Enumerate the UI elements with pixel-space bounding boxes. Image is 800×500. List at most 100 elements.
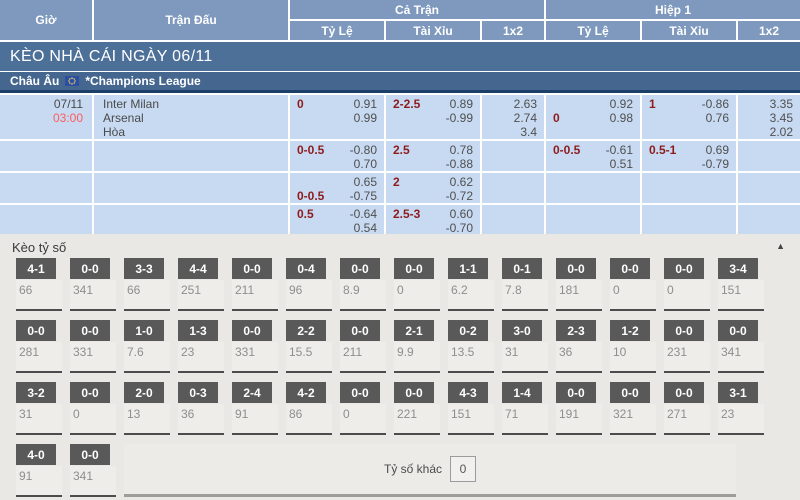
score-box[interactable]: 2-013 bbox=[124, 382, 170, 435]
header-h1-1x2: 1x2 bbox=[738, 21, 800, 40]
score-box[interactable]: 0-00 bbox=[70, 382, 116, 435]
score-box[interactable]: 0-0321 bbox=[610, 382, 656, 435]
score-box[interactable]: 0-213.5 bbox=[448, 320, 494, 373]
score-box[interactable]: 1-16.2 bbox=[448, 258, 494, 311]
score-box[interactable]: 1-210 bbox=[610, 320, 656, 373]
score-label: 0-1 bbox=[502, 258, 542, 279]
score-box[interactable]: 2-215.5 bbox=[286, 320, 332, 373]
score-box[interactable]: 0-0331 bbox=[232, 320, 278, 373]
score-box[interactable]: 3-366 bbox=[124, 258, 170, 311]
score-box[interactable]: 0-00 bbox=[664, 258, 710, 311]
score-box[interactable]: 2-491 bbox=[232, 382, 278, 435]
score-label: 0-0 bbox=[70, 382, 110, 403]
odds-cell-fulltime-overunder[interactable]: 2-2.50.89-0.99 bbox=[386, 95, 480, 139]
score-box[interactable]: 0-0341 bbox=[718, 320, 764, 373]
odds-value: 0.65 bbox=[354, 175, 377, 189]
score-odds-value: 10 bbox=[610, 342, 656, 373]
odds-value: -0.99 bbox=[446, 111, 473, 125]
score-odds-value: 96 bbox=[286, 280, 332, 311]
score-box[interactable]: 0-0341 bbox=[70, 258, 116, 311]
score-box[interactable]: 1-323 bbox=[178, 320, 224, 373]
score-box[interactable]: 4-286 bbox=[286, 382, 332, 435]
odds-cell-firsthalf-handicap[interactable]: 0-0.5-0.610.51 bbox=[546, 141, 640, 171]
score-odds-value: 0 bbox=[610, 280, 656, 311]
odds-value: 3.45 bbox=[745, 111, 793, 125]
score-label: 2-1 bbox=[394, 320, 434, 341]
score-label: 0-0 bbox=[664, 258, 704, 279]
header-h1-handicap: Tỷ Lệ bbox=[546, 21, 640, 40]
other-score-input[interactable]: 0 bbox=[450, 456, 476, 482]
score-box[interactable]: 0-0221 bbox=[394, 382, 440, 435]
score-box[interactable]: 3-123 bbox=[718, 382, 764, 435]
score-box[interactable]: 0-00 bbox=[340, 382, 386, 435]
score-box[interactable]: 4-4251 bbox=[178, 258, 224, 311]
odds-cell-fulltime-handicap[interactable]: 0-0.5-0.800.70 bbox=[290, 141, 384, 171]
handicap-label: 0 bbox=[553, 111, 560, 125]
odds-value: 3.35 bbox=[745, 97, 793, 111]
score-odds-value: 251 bbox=[178, 280, 224, 311]
odds-cell-fulltime-handicap[interactable]: 00.910.99 bbox=[290, 95, 384, 139]
odds-line: 0.70 bbox=[297, 157, 377, 171]
score-box[interactable]: 0-0191 bbox=[556, 382, 602, 435]
odds-cell-fulltime-handicap[interactable]: 0.650-0.5-0.75 bbox=[290, 173, 384, 203]
score-box[interactable]: 2-336 bbox=[556, 320, 602, 373]
score-grid: 4-1660-03413-3664-42510-02110-4960-08.90… bbox=[0, 258, 800, 497]
score-box[interactable]: 1-471 bbox=[502, 382, 548, 435]
odds-cell-firsthalf-overunder[interactable]: 1-0.860.76 bbox=[642, 95, 736, 139]
odds-cell-fulltime-handicap[interactable]: 0.5-0.640.54 bbox=[290, 205, 384, 234]
score-odds-value: 151 bbox=[718, 280, 764, 311]
score-label: 0-0 bbox=[70, 320, 110, 341]
match-time: 03:00 bbox=[0, 111, 83, 125]
score-box[interactable]: 0-0211 bbox=[232, 258, 278, 311]
score-odds-value: 9.9 bbox=[394, 342, 440, 373]
score-box[interactable]: 3-031 bbox=[502, 320, 548, 373]
score-label: 4-1 bbox=[16, 258, 56, 279]
score-label: 0-0 bbox=[232, 320, 272, 341]
odds-cell-fulltime-overunder[interactable]: 2.5-30.60-0.70 bbox=[386, 205, 480, 234]
score-box[interactable]: 0-0271 bbox=[664, 382, 710, 435]
score-box[interactable]: 0-08.9 bbox=[340, 258, 386, 311]
score-row: 4-1660-03413-3664-42510-02110-4960-08.90… bbox=[0, 258, 800, 311]
score-box[interactable]: 4-091 bbox=[16, 444, 62, 497]
score-box[interactable]: 3-4151 bbox=[718, 258, 764, 311]
score-box[interactable]: 0-17.8 bbox=[502, 258, 548, 311]
score-box[interactable]: 0-336 bbox=[178, 382, 224, 435]
score-box[interactable]: 0-496 bbox=[286, 258, 332, 311]
odds-cell-fulltime-overunder[interactable]: 20.62-0.72 bbox=[386, 173, 480, 203]
odds-cell-firsthalf-overunder[interactable]: 0.5-10.69-0.79 bbox=[642, 141, 736, 171]
odds-cell-firsthalf-1x2[interactable]: 3.353.452.02 bbox=[738, 95, 800, 139]
odds-cell-fulltime-1x2 bbox=[482, 205, 544, 234]
score-box[interactable]: 0-0331 bbox=[70, 320, 116, 373]
odds-cell-fulltime-1x2[interactable]: 2.632.743.4 bbox=[482, 95, 544, 139]
odds-cell-firsthalf-handicap[interactable]: 0.9200.98 bbox=[546, 95, 640, 139]
score-label: 1-0 bbox=[124, 320, 164, 341]
score-box[interactable]: 1-07.6 bbox=[124, 320, 170, 373]
score-odds-value: 271 bbox=[664, 404, 710, 435]
score-box[interactable]: 0-0211 bbox=[340, 320, 386, 373]
league-region: Châu Âu bbox=[10, 74, 59, 88]
score-label: 0-0 bbox=[340, 382, 380, 403]
score-box[interactable]: 3-231 bbox=[16, 382, 62, 435]
score-box[interactable]: 0-0281 bbox=[16, 320, 62, 373]
score-box[interactable]: 0-00 bbox=[394, 258, 440, 311]
odds-value: 0.76 bbox=[706, 111, 729, 125]
score-box[interactable]: 0-0181 bbox=[556, 258, 602, 311]
score-box[interactable]: 4-3151 bbox=[448, 382, 494, 435]
odds-line: 2.50.78 bbox=[393, 143, 473, 157]
score-row: 0-02810-03311-07.61-3230-03312-215.50-02… bbox=[0, 320, 800, 373]
score-box[interactable]: 4-166 bbox=[16, 258, 62, 311]
collapse-chevron-icon[interactable]: ▲ bbox=[776, 241, 785, 251]
score-box[interactable]: 2-19.9 bbox=[394, 320, 440, 373]
score-box[interactable]: 0-0341 bbox=[70, 444, 116, 497]
team-name: Hòa bbox=[103, 125, 288, 139]
league-bar[interactable]: Châu Âu *Champions League bbox=[0, 72, 800, 93]
score-odds-value: 91 bbox=[16, 466, 62, 497]
odds-line: 0-0.5-0.75 bbox=[297, 189, 377, 203]
score-label: 3-0 bbox=[502, 320, 542, 341]
odds-line: 0.92 bbox=[553, 97, 633, 111]
odds-cell-fulltime-overunder[interactable]: 2.50.78-0.88 bbox=[386, 141, 480, 171]
score-label: 1-3 bbox=[178, 320, 218, 341]
score-box[interactable]: 0-00 bbox=[610, 258, 656, 311]
score-box[interactable]: 0-0231 bbox=[664, 320, 710, 373]
odds-value: -0.61 bbox=[606, 143, 633, 157]
